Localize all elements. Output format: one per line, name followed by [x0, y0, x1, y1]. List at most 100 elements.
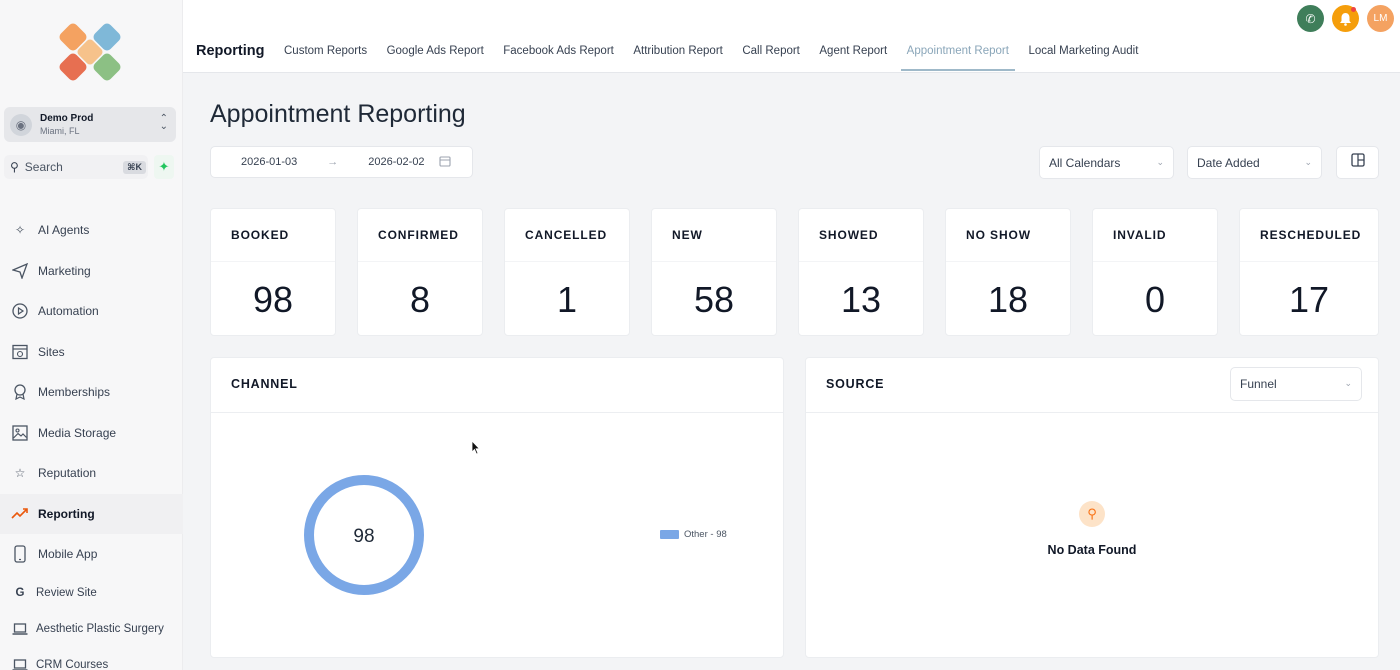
- award-icon: [11, 383, 29, 401]
- arrow-right-icon: →: [327, 156, 339, 168]
- sidebar-item-label: Sites: [38, 344, 65, 359]
- date-filter-value: Date Added: [1197, 155, 1260, 170]
- layout-toggle-button[interactable]: [1336, 146, 1379, 179]
- sidebar-item-media-storage[interactable]: Media Storage: [0, 413, 183, 454]
- source-filter-select[interactable]: Funnel ⌄: [1230, 367, 1362, 401]
- chevron-updown-icon: ⌃ ⌄: [159, 113, 168, 132]
- phone-device-icon: [11, 545, 29, 563]
- sidebar-item-memberships[interactable]: Memberships: [0, 372, 183, 413]
- stat-card-showed: SHOWED 13: [798, 208, 924, 336]
- sidebar-item-label: Reputation: [38, 466, 97, 481]
- star-icon: ☆: [14, 466, 26, 481]
- stat-card-invalid: INVALID 0: [1092, 208, 1218, 336]
- phone-icon[interactable]: ✆: [1297, 5, 1324, 32]
- source-filter-value: Funnel: [1240, 377, 1277, 391]
- stat-value: 58: [693, 279, 735, 320]
- sidebar-item-label: Media Storage: [38, 425, 117, 440]
- date-range-picker[interactable]: 2026-01-03 → 2026-02-02: [210, 146, 473, 178]
- image-icon: [11, 424, 29, 442]
- tab-custom-reports[interactable]: Custom Reports: [284, 45, 367, 71]
- section-title: Reporting: [196, 43, 265, 59]
- search-input[interactable]: ⚲ Search ⌘K: [4, 155, 148, 179]
- google-g-icon: G: [15, 586, 25, 599]
- sidebar-item-label: Automation: [38, 304, 99, 319]
- sidebar-item-reputation[interactable]: ☆ Reputation: [0, 453, 183, 494]
- chevron-down-icon: ⌄: [1156, 157, 1164, 167]
- stat-value: 17: [1288, 279, 1330, 320]
- date-filter-select[interactable]: Date Added ⌄: [1187, 146, 1322, 179]
- stat-label: INVALID: [1113, 228, 1167, 242]
- stat-card-confirmed: CONFIRMED 8: [357, 208, 483, 336]
- brand-logo[interactable]: [56, 20, 124, 84]
- stat-card-no-show: NO SHOW 18: [945, 208, 1071, 336]
- bell-icon[interactable]: [1332, 5, 1359, 32]
- calendar-filter-value: All Calendars: [1049, 155, 1121, 170]
- tab-call-report[interactable]: Call Report: [742, 45, 800, 71]
- sidebar-item-review-site[interactable]: G Review Site: [0, 575, 183, 611]
- stat-label: NEW: [672, 228, 703, 242]
- search-icon: ⚲: [1079, 501, 1105, 527]
- laptop-icon: [11, 620, 29, 638]
- stat-value: 8: [409, 279, 431, 320]
- sidebar-item-ai-agents[interactable]: ✧ AI Agents: [0, 210, 183, 251]
- tab-agent-report[interactable]: Agent Report: [819, 45, 887, 71]
- tab-appointment-report[interactable]: Appointment Report: [900, 45, 1016, 71]
- channel-donut-chart[interactable]: 98: [301, 472, 427, 603]
- notification-dot: [1351, 7, 1356, 12]
- stat-label: CANCELLED: [525, 228, 608, 242]
- source-panel: SOURCE Funnel ⌄ ⚲ No Data Found: [805, 357, 1379, 658]
- channel-legend[interactable]: Other - 98: [660, 529, 727, 540]
- empty-state-text: No Data Found: [1047, 543, 1137, 557]
- date-end: 2026-02-02: [368, 156, 425, 168]
- sidebar-item-automation[interactable]: Automation: [0, 291, 183, 332]
- tab-google-ads-report[interactable]: Google Ads Report: [387, 45, 484, 71]
- chevron-down-icon: ⌄: [1304, 157, 1312, 167]
- source-title: SOURCE: [826, 377, 885, 391]
- stat-label: NO SHOW: [966, 228, 1031, 242]
- account-name: Demo Prod: [40, 112, 94, 124]
- sidebar-item-aesthetic-plastic-surgery[interactable]: Aesthetic Plastic Surgery: [0, 611, 183, 647]
- stat-label: CONFIRMED: [378, 228, 459, 242]
- legend-swatch: [660, 530, 679, 539]
- sparkle-icon[interactable]: ✦: [154, 155, 174, 179]
- stat-card-rescheduled: RESCHEDULED 17: [1239, 208, 1379, 336]
- sidebar-item-label: Marketing: [38, 263, 91, 278]
- stat-card-new: NEW 58: [651, 208, 777, 336]
- user-avatar[interactable]: LM: [1367, 5, 1394, 32]
- sidebar-item-sites[interactable]: Sites: [0, 332, 183, 373]
- sidebar-item-label: Aesthetic Plastic Surgery: [36, 622, 164, 635]
- channel-panel: CHANNEL 98 Other - 98: [210, 357, 784, 658]
- page-title: Appointment Reporting: [210, 100, 466, 128]
- tab-local-marketing-audit[interactable]: Local Marketing Audit: [1028, 45, 1138, 71]
- sidebar-item-label: AI Agents: [38, 223, 90, 238]
- sidebar-item-mobile-app[interactable]: Mobile App: [0, 534, 183, 575]
- channel-title: CHANNEL: [231, 377, 298, 391]
- globe-window-icon: [11, 343, 29, 361]
- account-location: Miami, FL: [40, 125, 80, 136]
- trend-icon: [11, 505, 29, 523]
- sparkle-icon: ✧: [14, 223, 26, 238]
- stat-value: 1: [556, 279, 578, 320]
- account-switcher[interactable]: ◉ Demo Prod Miami, FL ⌃ ⌄: [4, 107, 176, 142]
- sidebar-item-crm-courses[interactable]: CRM Courses: [0, 647, 183, 670]
- sidebar-item-label: CRM Courses: [36, 658, 109, 670]
- sidebar-nav: ✧ AI Agents Marketing Automation Sites M…: [0, 210, 183, 670]
- sidebar-item-reporting[interactable]: Reporting: [0, 493, 183, 534]
- calendar-icon: [439, 155, 451, 170]
- tab-attribution-report[interactable]: Attribution Report: [633, 45, 723, 71]
- sidebar-item-marketing[interactable]: Marketing: [0, 251, 183, 292]
- stat-value: 98: [252, 279, 294, 320]
- stat-cards: BOOKED 98 CONFIRMED 8 CANCELLED 1 NEW 58…: [210, 208, 1380, 336]
- donut-total: 98: [353, 526, 374, 547]
- tab-facebook-ads-report[interactable]: Facebook Ads Report: [503, 45, 614, 71]
- sidebar-item-label: Mobile App: [38, 547, 98, 562]
- mouse-cursor-icon: [471, 440, 481, 460]
- date-start: 2026-01-03: [241, 156, 298, 168]
- chevron-down-icon: ⌄: [1344, 378, 1352, 388]
- legend-label: Other - 98: [684, 529, 727, 540]
- stat-label: RESCHEDULED: [1260, 228, 1362, 242]
- stat-card-booked: BOOKED 98: [210, 208, 336, 336]
- send-icon: [11, 262, 29, 280]
- play-circle-icon: [11, 302, 29, 320]
- calendar-filter-select[interactable]: All Calendars ⌄: [1039, 146, 1174, 179]
